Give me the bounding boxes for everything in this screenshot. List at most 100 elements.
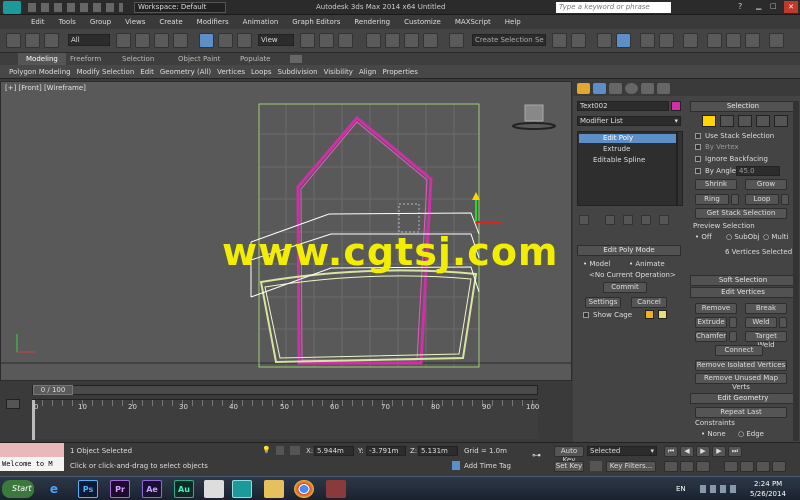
- ring-button[interactable]: Ring: [695, 194, 729, 205]
- remove-isolated-vertices-button[interactable]: Remove Isolated Vertices: [695, 360, 787, 371]
- key-filter-icon[interactable]: [590, 461, 602, 471]
- target-weld-button[interactable]: Target Weld: [745, 331, 787, 349]
- menu-group[interactable]: Group: [83, 15, 118, 29]
- extrude-button[interactable]: Extrude: [695, 317, 727, 328]
- app-logo-icon[interactable]: [3, 1, 21, 14]
- cancel-button[interactable]: Cancel: [631, 297, 667, 308]
- stack-scrollbar[interactable]: [677, 131, 683, 206]
- by-vertex-checkbox[interactable]: [695, 144, 701, 150]
- configure-sets-icon[interactable]: [659, 215, 669, 225]
- rotate-icon[interactable]: [218, 33, 233, 48]
- object-color-swatch[interactable]: [671, 101, 681, 111]
- layer-explorer-icon[interactable]: [597, 33, 612, 48]
- reference-coord-dropdown[interactable]: View: [258, 34, 294, 46]
- show-cage-checkbox[interactable]: [583, 312, 589, 318]
- maxscript-listener[interactable]: Welcome to M: [0, 457, 64, 471]
- menu-create[interactable]: Create: [152, 15, 189, 29]
- start-button[interactable]: Start: [2, 480, 34, 498]
- z-coordinate[interactable]: 5.131m: [418, 446, 458, 456]
- ignore-backfacing-checkbox[interactable]: [695, 156, 701, 162]
- loop-button[interactable]: Loop: [745, 194, 779, 205]
- mini-curve-editor-icon[interactable]: [6, 399, 20, 409]
- minimize-button[interactable]: ▁: [756, 2, 768, 13]
- time-tag-icon[interactable]: [452, 461, 460, 470]
- maximize-button[interactable]: □: [770, 2, 782, 13]
- audition-icon[interactable]: Au: [174, 480, 194, 498]
- weld-settings-icon[interactable]: [779, 317, 787, 328]
- menu-animation[interactable]: Animation: [236, 15, 286, 29]
- menu-graph-editors[interactable]: Graph Editors: [285, 15, 347, 29]
- key-filters-button[interactable]: Key Filters...: [606, 461, 656, 472]
- time-slider-thumb[interactable]: 0 / 100: [33, 385, 73, 395]
- stack-item-editable-spline[interactable]: Editable Spline: [593, 156, 645, 164]
- language-indicator[interactable]: EN: [676, 485, 686, 493]
- soft-selection-header[interactable]: Soft Selection: [690, 275, 796, 286]
- ribbon-polygon-modeling[interactable]: Polygon Modeling: [6, 65, 74, 79]
- edge-mode-icon[interactable]: [720, 115, 734, 127]
- premiere-icon[interactable]: Pr: [110, 480, 130, 498]
- ribbon-modify-selection[interactable]: Modify Selection: [74, 65, 138, 79]
- file-explorer-icon[interactable]: [264, 480, 284, 498]
- x-coordinate[interactable]: 5.944m: [314, 446, 354, 456]
- repeat-last-button[interactable]: Repeat Last: [695, 407, 787, 418]
- make-unique-icon[interactable]: [623, 215, 633, 225]
- get-stack-selection-button[interactable]: Get Stack Selection: [695, 208, 787, 219]
- render-teapot-icon[interactable]: [769, 33, 784, 48]
- add-time-tag[interactable]: Add Time Tag: [464, 462, 511, 470]
- window-crossing-icon[interactable]: [173, 33, 188, 48]
- keyboard-shortcut-icon[interactable]: [338, 33, 353, 48]
- time-slider[interactable]: 0 / 100: [32, 385, 538, 395]
- pivot-icon[interactable]: [300, 33, 315, 48]
- menu-views[interactable]: Views: [118, 15, 152, 29]
- auto-key-button[interactable]: Auto Key: [554, 446, 584, 464]
- commit-button[interactable]: Commit: [603, 282, 647, 293]
- element-mode-icon[interactable]: [774, 115, 788, 127]
- chamfer-button[interactable]: Chamfer: [695, 331, 727, 342]
- absolute-mode-icon[interactable]: [290, 446, 300, 455]
- ribbon-options-icon[interactable]: [290, 55, 302, 63]
- render-production-icon[interactable]: [745, 33, 760, 48]
- ribbon-properties[interactable]: Properties: [380, 65, 421, 79]
- grow-button[interactable]: Grow: [745, 179, 787, 190]
- preview-off-radio[interactable]: • Off: [695, 233, 712, 241]
- redo-icon[interactable]: [25, 33, 40, 48]
- zoom-icon[interactable]: [664, 461, 678, 472]
- menu-maxscript[interactable]: MAXScript: [448, 15, 498, 29]
- break-button[interactable]: Break: [745, 303, 787, 314]
- constraint-edge-radio[interactable]: ○ Edge: [738, 430, 764, 438]
- y-coordinate[interactable]: -3.791m: [366, 446, 406, 456]
- tab-object-paint[interactable]: Object Paint: [178, 53, 220, 65]
- utilities-tab-icon[interactable]: [657, 83, 670, 94]
- align-icon[interactable]: [571, 33, 586, 48]
- menu-modifiers[interactable]: Modifiers: [190, 15, 236, 29]
- display-tab-icon[interactable]: [641, 83, 654, 94]
- remove-button[interactable]: Remove: [695, 303, 737, 314]
- shrink-button[interactable]: Shrink: [695, 179, 737, 190]
- go-to-start-icon[interactable]: ⏮: [664, 446, 678, 457]
- angle-field[interactable]: 45.0: [736, 166, 780, 176]
- show-end-result-icon[interactable]: [605, 215, 615, 225]
- menu-rendering[interactable]: Rendering: [347, 15, 397, 29]
- tab-modeling[interactable]: Modeling: [18, 53, 66, 65]
- ribbon-loops[interactable]: Loops: [248, 65, 274, 79]
- modifier-list-dropdown[interactable]: Modifier List ▾: [577, 116, 681, 126]
- photoshop-icon[interactable]: Ps: [78, 480, 98, 498]
- spinner-snap-icon[interactable]: [423, 33, 438, 48]
- selection-filter-dropdown[interactable]: All: [68, 34, 110, 46]
- key-selection-dropdown[interactable]: Selected ▾: [587, 446, 657, 456]
- scale-icon[interactable]: [237, 33, 252, 48]
- create-tab-icon[interactable]: [577, 83, 590, 94]
- menu-edit[interactable]: Edit: [24, 15, 52, 29]
- remove-unused-map-verts-button[interactable]: Remove Unused Map Verts: [695, 373, 787, 391]
- menu-tools[interactable]: Tools: [52, 15, 83, 29]
- menu-help[interactable]: Help: [498, 15, 528, 29]
- pan-icon[interactable]: [740, 461, 754, 472]
- material-editor-icon[interactable]: [683, 33, 698, 48]
- schematic-view-icon[interactable]: [659, 33, 674, 48]
- track-bar[interactable]: 0 10 20 30 40 50 60 70 80 90 100: [32, 399, 539, 440]
- zoom-extents-icon[interactable]: [696, 461, 710, 472]
- menu-customize[interactable]: Customize: [397, 15, 448, 29]
- orbit-icon[interactable]: [756, 461, 770, 472]
- graphite-toolbar-icon[interactable]: [616, 33, 631, 48]
- tab-freeform[interactable]: Freeform: [70, 53, 101, 65]
